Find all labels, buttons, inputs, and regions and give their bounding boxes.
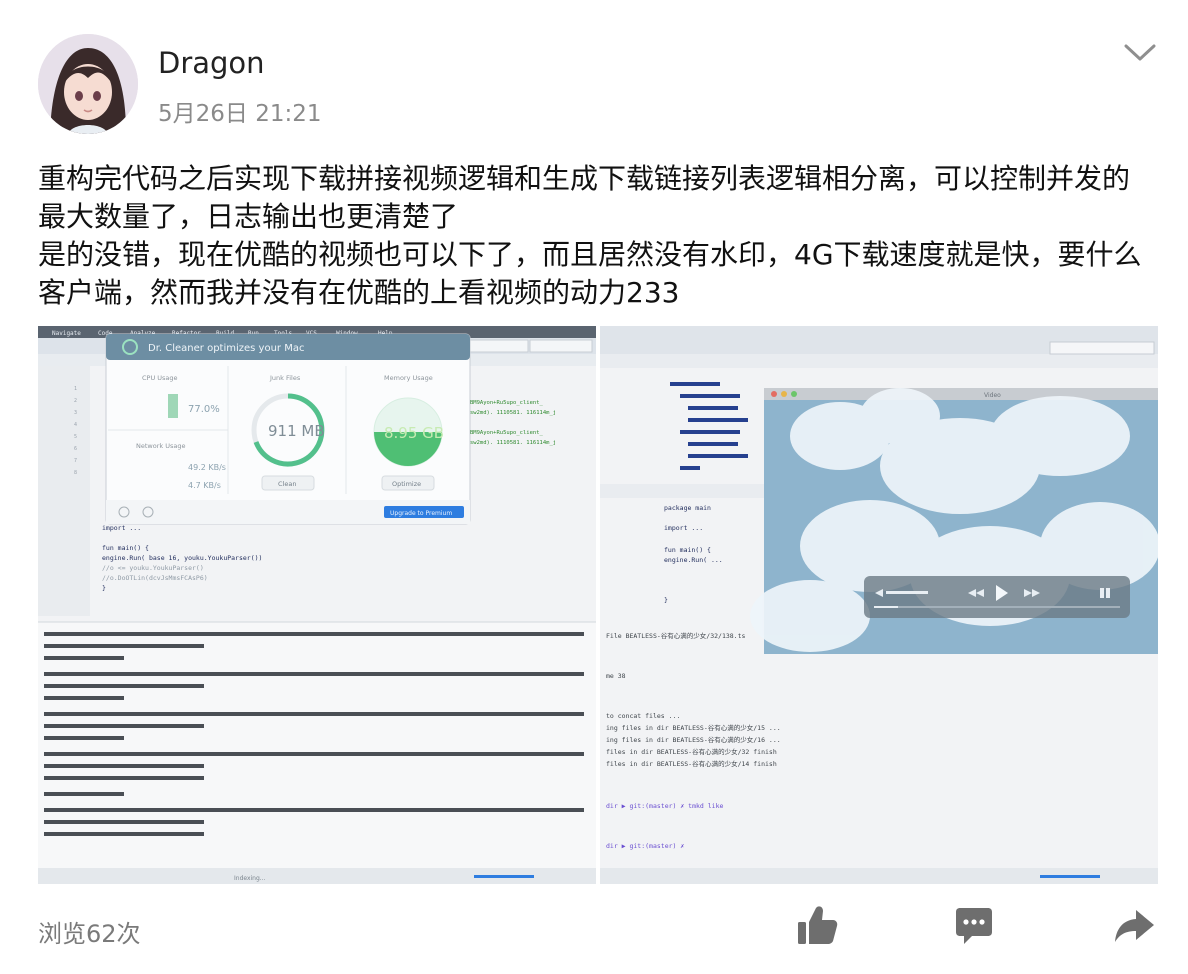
screenshot-right[interactable]: package main import ... fun main() { eng…	[600, 326, 1158, 884]
author-name[interactable]: Dragon	[158, 46, 265, 80]
view-count: 浏览62次	[38, 920, 141, 948]
junk-label: Junk Files	[269, 374, 301, 382]
svg-text:BM9Ayon+Ru5upo_client_: BM9Ayon+Ru5upo_client_	[470, 430, 544, 436]
terminal-line: files in dir BEATLESS-谷有心满的少女/14 finish	[606, 759, 777, 768]
svg-text:7: 7	[74, 458, 77, 464]
cpu-label: CPU Usage	[142, 374, 178, 382]
network-down: 4.7 KB/s	[188, 481, 221, 490]
content-paragraph: 重构完代码之后实现下载拼接视频逻辑和生成下载链接列表逻辑相分离，可以控制并发的最…	[38, 162, 1131, 233]
svg-text:sw2md). 1110581. 116114m_j: sw2md). 1110581. 116114m_j	[470, 440, 556, 446]
upgrade-button[interactable]: Upgrade to Premium	[390, 510, 452, 517]
post-images: Navigate Code Analyze Refactor Build Run…	[38, 326, 1158, 884]
memory-optimize-button[interactable]: Optimize	[392, 480, 421, 488]
svg-text:4: 4	[74, 422, 77, 428]
cpu-value: 77.0%	[188, 404, 220, 415]
terminal-line: me 38	[606, 672, 626, 680]
post-footer: 浏览62次	[38, 900, 1158, 960]
post-content: 重构完代码之后实现下载拼接视频逻辑和生成下载链接列表逻辑相分离，可以控制并发的最…	[38, 160, 1153, 312]
code-line: fun main() {	[102, 544, 149, 552]
terminal-line: ing files in dir BEATLESS-谷有心满的少女/16 ...	[606, 735, 781, 744]
code-line: import ...	[102, 524, 141, 532]
svg-text:2: 2	[74, 398, 77, 404]
cleaner-title: Dr. Cleaner optimizes your Mac	[148, 343, 304, 354]
code-line: fun main() {	[664, 546, 711, 554]
post-header: Dragon 5月26日 21:21	[38, 34, 1158, 144]
code-line: //o <= youku.YoukuParser()	[102, 564, 204, 572]
code-line: engine.Run( ...	[664, 556, 723, 564]
terminal-line: files in dir BEATLESS-谷有心满的少女/32 finish	[606, 747, 777, 756]
svg-text:1: 1	[74, 386, 77, 392]
terminal-line: to concat files ...	[606, 712, 680, 720]
terminal-line: File BEATLESS-谷有心满的少女/32/138.ts	[606, 631, 746, 640]
code-line: }	[102, 584, 106, 592]
code-line: import ...	[664, 524, 703, 532]
code-line: }	[664, 596, 668, 604]
svg-text:5: 5	[74, 434, 77, 440]
network-up: 49.2 KB/s	[188, 463, 226, 472]
thumbs-up-icon[interactable]	[796, 904, 840, 948]
status-text: Indexing...	[234, 875, 266, 882]
code-line: //o.DoOTLin(dcvJsMmsFCAsP6)	[102, 574, 208, 582]
player-title: Video	[984, 392, 1001, 399]
post-time: 5月26日 21:21	[158, 101, 322, 127]
content-paragraph: 是的没错，现在优酷的视频也可以下了，而且居然没有水印，4G下载速度就是快，要什么…	[38, 238, 1142, 309]
junk-clean-button[interactable]: Clean	[278, 480, 296, 488]
code-line: engine.Run( base 16, youku.YoukuParser()…	[102, 554, 262, 562]
svg-text:3: 3	[74, 410, 77, 416]
svg-text:BM9Ayon+Ru5upo_client_: BM9Ayon+Ru5upo_client_	[470, 400, 544, 406]
share-arrow-icon[interactable]	[1112, 904, 1156, 948]
avatar[interactable]	[38, 34, 138, 134]
terminal-prompt: dir ▶ git:(master) ✗ tmkd like	[606, 802, 723, 810]
svg-text:sw2md). 1110581. 116114m_j: sw2md). 1110581. 116114m_j	[470, 410, 556, 416]
svg-text:8: 8	[74, 470, 77, 476]
menu-item: Navigate	[52, 330, 81, 337]
comment-bubble-icon[interactable]	[952, 904, 996, 948]
svg-text:6: 6	[74, 446, 77, 452]
terminal-prompt: dir ▶ git:(master) ✗	[606, 842, 684, 850]
chevron-down-icon[interactable]	[1122, 38, 1158, 66]
network-label: Network Usage	[136, 442, 185, 450]
memory-label: Memory Usage	[384, 374, 433, 382]
junk-value: 911 MB	[268, 422, 325, 440]
code-line: package main	[664, 504, 711, 512]
terminal-line: ing files in dir BEATLESS-谷有心满的少女/15 ...	[606, 723, 781, 732]
memory-value: 8.95 GB	[384, 424, 444, 442]
screenshot-left[interactable]: Navigate Code Analyze Refactor Build Run…	[38, 326, 596, 884]
